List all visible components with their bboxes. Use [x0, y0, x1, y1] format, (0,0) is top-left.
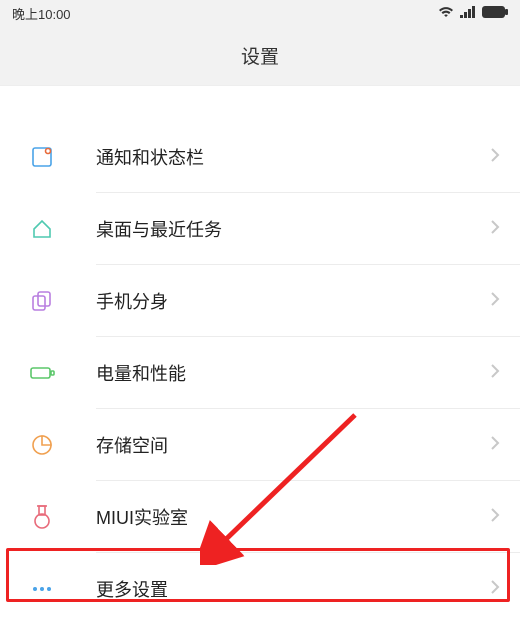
list-item-storage[interactable]: 存储空间 — [0, 409, 520, 481]
list-item-label: 通知和状态栏 — [96, 144, 490, 170]
wifi-icon — [438, 6, 454, 21]
chevron-right-icon — [490, 147, 500, 168]
signal-icon — [460, 6, 476, 21]
list-item-notifications[interactable]: 通知和状态栏 — [0, 121, 520, 193]
status-bar: 晚上10:00 — [0, 0, 520, 26]
list-item-label: 更多设置 — [96, 576, 490, 602]
chevron-right-icon — [490, 579, 500, 600]
list-item-more[interactable]: 更多设置 — [0, 553, 520, 625]
home-icon — [28, 215, 56, 243]
chevron-right-icon — [490, 507, 500, 528]
clone-icon — [28, 287, 56, 315]
list-item-label: 存储空间 — [96, 432, 490, 458]
status-time: 晚上10:00 — [12, 4, 71, 23]
chevron-right-icon — [490, 291, 500, 312]
chevron-right-icon — [490, 435, 500, 456]
list-item-label: 手机分身 — [96, 288, 490, 314]
list-item-label: 电量和性能 — [96, 360, 490, 386]
list-item-clone[interactable]: 手机分身 — [0, 265, 520, 337]
list-item-home[interactable]: 桌面与最近任务 — [0, 193, 520, 265]
battery-icon — [28, 359, 56, 387]
chevron-right-icon — [490, 363, 500, 384]
chevron-right-icon — [490, 219, 500, 240]
settings-list: 通知和状态栏 桌面与最近任务 手机分身 电量和性能 — [0, 86, 520, 625]
notification-icon — [28, 143, 56, 171]
lab-icon — [28, 503, 56, 531]
list-item-battery[interactable]: 电量和性能 — [0, 337, 520, 409]
battery-status-icon — [482, 6, 508, 21]
list-item-label: 桌面与最近任务 — [96, 216, 490, 242]
list-item-lab[interactable]: MIUI实验室 — [0, 481, 520, 553]
page-header: 设置 — [0, 26, 520, 86]
list-item-label: MIUI实验室 — [96, 504, 490, 530]
page-title: 设置 — [241, 42, 279, 69]
more-icon — [28, 575, 56, 603]
status-icons — [438, 6, 508, 21]
storage-icon — [28, 431, 56, 459]
